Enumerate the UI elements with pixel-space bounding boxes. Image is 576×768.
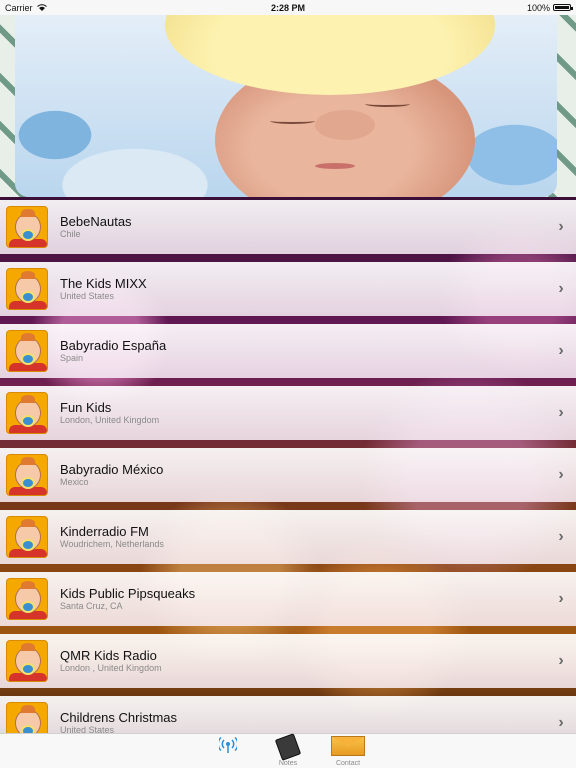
chevron-right-icon: › xyxy=(558,404,564,421)
station-name: The Kids MIXX xyxy=(60,276,147,291)
status-bar: Carrier 2:28 PM 100% xyxy=(0,0,576,15)
battery-percent: 100% xyxy=(526,2,550,13)
baby-thumbnail-icon xyxy=(6,702,48,733)
station-location: London , United Kingdom xyxy=(60,663,162,673)
carrier-group: Carrier xyxy=(5,3,47,13)
carrier-label: Carrier xyxy=(5,2,33,13)
tab-contact-label: Contact xyxy=(335,760,361,767)
station-location: Mexico xyxy=(60,477,89,487)
station-row[interactable]: Kinderradio FM Woudrichem, Netherlands › xyxy=(0,510,576,564)
battery-group: 100% xyxy=(526,2,573,13)
station-name: QMR Kids Radio xyxy=(60,648,157,663)
envelope-icon xyxy=(331,736,365,756)
station-row[interactable]: QMR Kids Radio London , United Kingdom › xyxy=(0,634,576,688)
chevron-right-icon: › xyxy=(558,714,564,731)
baby-thumbnail-icon xyxy=(6,330,48,372)
baby-thumbnail-icon xyxy=(6,640,48,682)
clock: 2:28 PM xyxy=(270,2,305,13)
station-location: Santa Cruz, CA xyxy=(60,601,123,611)
station-name: BebeNautas xyxy=(60,214,132,229)
station-name: Fun Kids xyxy=(60,400,112,415)
station-name: Babyradio México xyxy=(60,462,164,477)
battery-icon xyxy=(553,4,573,11)
baby-thumbnail-icon xyxy=(6,578,48,620)
station-row[interactable]: Childrens Christmas United States › xyxy=(0,696,576,733)
tab-radio[interactable] xyxy=(208,734,248,768)
station-row[interactable]: The Kids MIXX United States › xyxy=(0,262,576,316)
chevron-right-icon: › xyxy=(558,466,564,483)
station-location: Spain xyxy=(60,353,84,363)
baby-thumbnail-icon xyxy=(6,268,48,310)
station-row[interactable]: Kids Public Pipsqueaks Santa Cruz, CA › xyxy=(0,572,576,626)
station-list[interactable]: BebeNautas Chile › The Kids MIXX United St… xyxy=(0,197,576,733)
station-name: Babyradio España xyxy=(60,338,167,353)
radio-broadcast-icon xyxy=(219,736,237,753)
tab-notes-label: Notes xyxy=(278,760,298,767)
header-banner xyxy=(0,15,576,197)
station-name: Kinderradio FM xyxy=(60,524,149,539)
tab-contact[interactable]: Contact xyxy=(328,734,368,768)
station-location: United States xyxy=(60,725,115,733)
tab-bar: Notes Contact xyxy=(0,733,576,768)
station-row[interactable]: Babyradio México Mexico › xyxy=(0,448,576,502)
baby-thumbnail-icon xyxy=(6,206,48,248)
wifi-icon xyxy=(36,3,47,11)
station-location: United States xyxy=(60,291,115,301)
chevron-right-icon: › xyxy=(558,342,564,359)
baby-thumbnail-icon xyxy=(6,454,48,496)
baby-photo xyxy=(15,15,557,197)
station-location: Chile xyxy=(60,229,81,239)
chevron-right-icon: › xyxy=(558,218,564,235)
baby-thumbnail-icon xyxy=(6,516,48,558)
chevron-right-icon: › xyxy=(558,652,564,669)
chevron-right-icon: › xyxy=(558,590,564,607)
station-location: Woudrichem, Netherlands xyxy=(60,539,164,549)
station-name: Kids Public Pipsqueaks xyxy=(60,586,196,601)
chevron-right-icon: › xyxy=(558,528,564,545)
tab-notes[interactable]: Notes xyxy=(268,733,308,768)
station-row[interactable]: BebeNautas Chile › xyxy=(0,200,576,254)
notes-icon xyxy=(274,733,302,761)
baby-thumbnail-icon xyxy=(6,392,48,434)
station-row[interactable]: Fun Kids London, United Kingdom › xyxy=(0,386,576,440)
station-row[interactable]: Babyradio España Spain › xyxy=(0,324,576,378)
station-location: London, United Kingdom xyxy=(60,415,160,425)
station-name: Childrens Christmas xyxy=(60,710,178,725)
chevron-right-icon: › xyxy=(558,280,564,297)
